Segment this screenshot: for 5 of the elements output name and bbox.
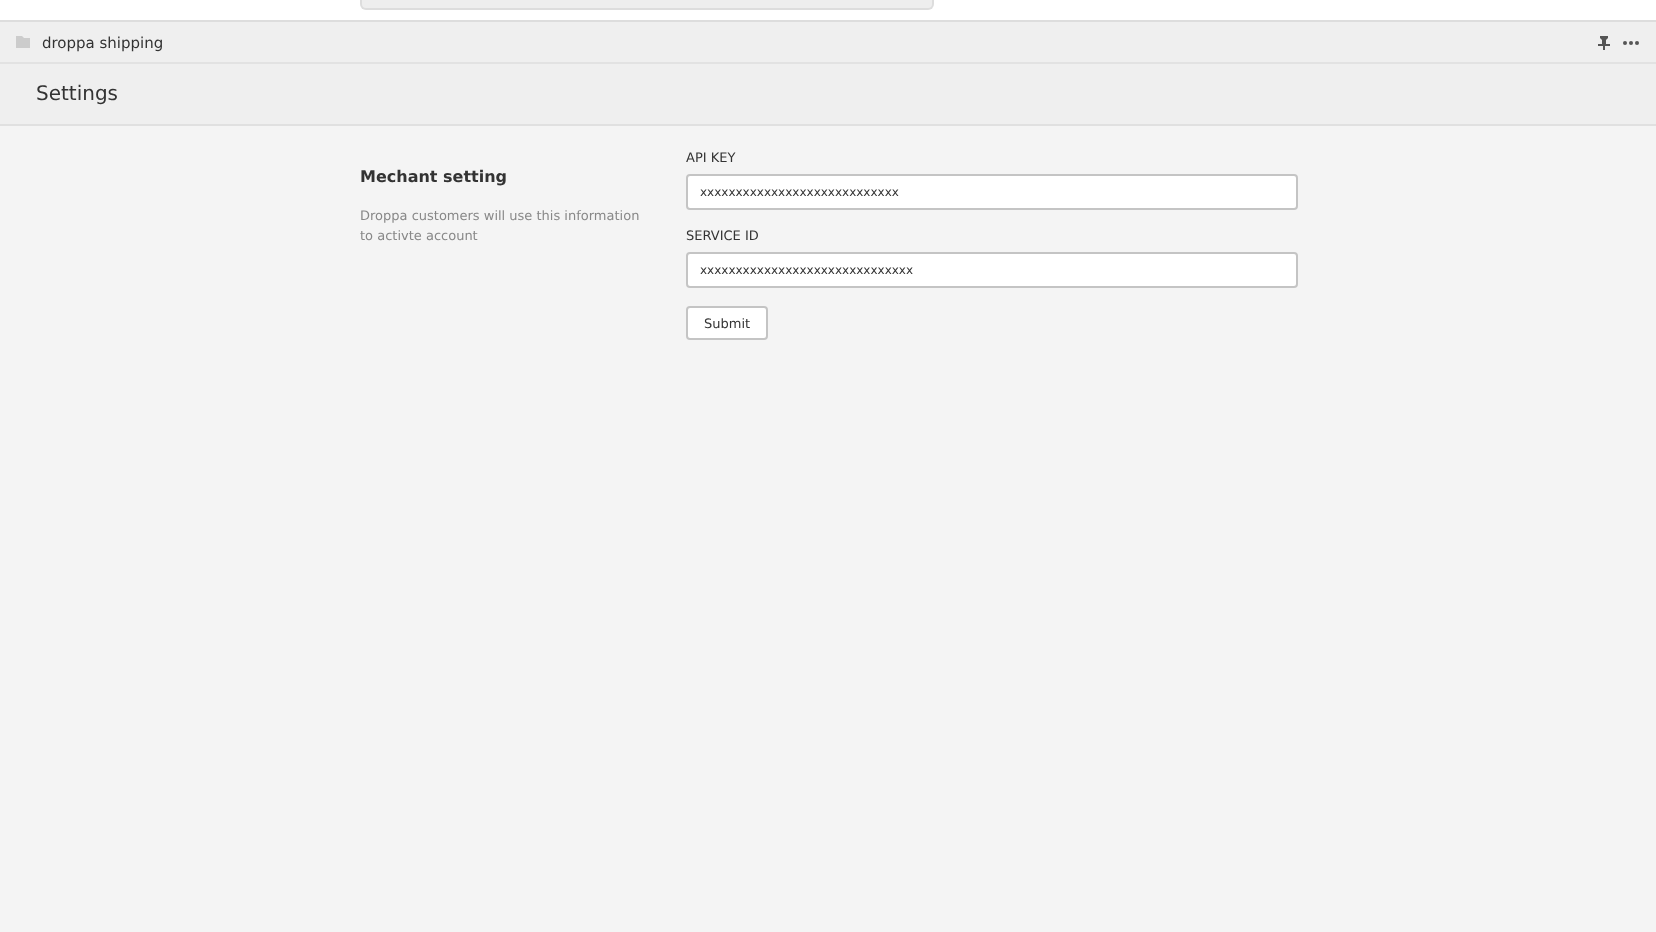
section-title: Mechant setting bbox=[360, 168, 510, 186]
pin-icon[interactable] bbox=[1598, 35, 1610, 49]
page-title: Settings bbox=[36, 83, 119, 105]
folder-icon bbox=[16, 36, 30, 48]
more-icon[interactable] bbox=[1622, 39, 1640, 45]
